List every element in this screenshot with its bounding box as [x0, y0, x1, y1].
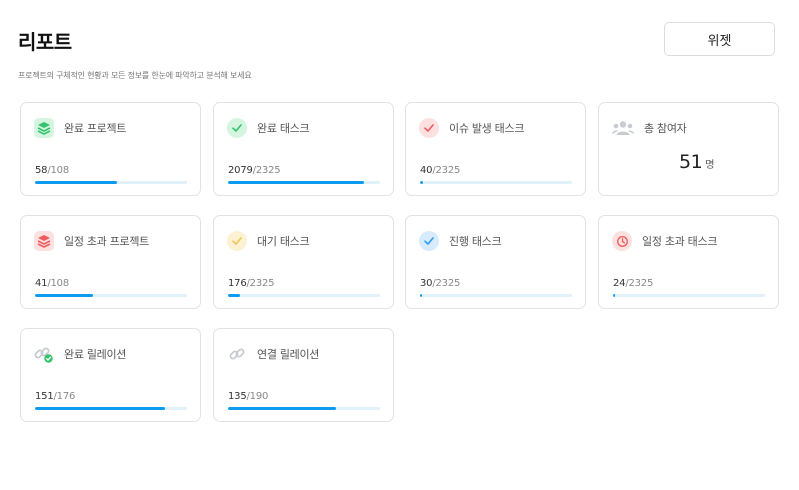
- count-done: 176: [228, 278, 247, 289]
- progress-fill: [35, 407, 166, 410]
- progress-bar: [613, 294, 765, 297]
- count-done: 30: [420, 278, 433, 289]
- card-count: 24/2325: [613, 278, 653, 289]
- progress-fill: [420, 181, 423, 184]
- check-icon: [227, 231, 247, 251]
- card-count: 41/108: [35, 278, 69, 289]
- count-total: /176: [53, 391, 76, 402]
- report-card[interactable]: 일정 초과 프로젝트 41/108: [20, 215, 201, 309]
- card-header: 일정 초과 태스크: [612, 231, 717, 251]
- link-icon: [227, 344, 247, 364]
- check-icon: [227, 118, 247, 138]
- count-total: /108: [47, 165, 69, 176]
- card-count: 135/190: [228, 391, 268, 402]
- count-total: /2325: [625, 278, 654, 289]
- stack-icon: [34, 231, 54, 251]
- card-label: 총 참여자: [644, 122, 687, 135]
- card-header: 진행 태스크: [419, 231, 502, 251]
- report-card[interactable]: 완료 릴레이션 151/176: [20, 328, 201, 422]
- count-total: /2325: [246, 278, 275, 289]
- report-card[interactable]: 완료 프로젝트 58/108: [20, 102, 201, 196]
- report-card[interactable]: 연결 릴레이션 135/190: [213, 328, 394, 422]
- progress-fill: [613, 294, 615, 297]
- progress-bar: [35, 407, 187, 410]
- card-label: 대기 태스크: [257, 235, 310, 248]
- card-label: 연결 릴레이션: [257, 348, 320, 361]
- count-done: 24: [613, 278, 626, 289]
- progress-fill: [228, 407, 336, 410]
- report-card[interactable]: 일정 초과 태스크 24/2325: [598, 215, 779, 309]
- card-header: 대기 태스크: [227, 231, 310, 251]
- page-header: 리포트 프로젝트의 구체적인 현황과 모든 정보를 한눈에 파악하고 분석해 보…: [18, 26, 252, 81]
- progress-fill: [420, 294, 422, 297]
- card-count: 40/2325: [420, 165, 460, 176]
- card-label: 일정 초과 태스크: [642, 235, 718, 248]
- report-card[interactable]: 진행 태스크 30/2325: [405, 215, 586, 309]
- report-card[interactable]: 대기 태스크 176/2325: [213, 215, 394, 309]
- progress-fill: [35, 294, 93, 297]
- card-label: 일정 초과 프로젝트: [64, 235, 149, 248]
- count-total: /108: [47, 278, 69, 289]
- card-label: 완료 릴레이션: [64, 348, 127, 361]
- progress-bar: [228, 181, 380, 184]
- count-total: /2325: [432, 165, 461, 176]
- check-icon: [419, 231, 439, 251]
- stack-icon: [34, 118, 54, 138]
- card-label: 완료 태스크: [257, 122, 310, 135]
- count-value: 51: [679, 151, 703, 173]
- card-header: 완료 태스크: [227, 118, 310, 138]
- count-unit: 명: [705, 160, 715, 171]
- progress-bar: [420, 181, 572, 184]
- count-done: 58: [35, 165, 48, 176]
- page-title: 리포트: [18, 30, 72, 54]
- card-count: 176/2325: [228, 278, 275, 289]
- card-count: 30/2325: [420, 278, 460, 289]
- participant-count: 51 명: [679, 151, 714, 173]
- report-card[interactable]: 완료 태스크 2079/2325: [213, 102, 394, 196]
- progress-bar: [35, 181, 187, 184]
- progress-fill: [228, 181, 364, 184]
- card-count: 58/108: [35, 165, 69, 176]
- count-done: 151: [35, 391, 54, 402]
- count-total: /2325: [432, 278, 461, 289]
- clock-icon: [612, 231, 632, 251]
- page-subtitle: 프로젝트의 구체적인 현황과 모든 정보를 한눈에 파악하고 분석해 보세요: [18, 71, 252, 80]
- progress-bar: [35, 294, 187, 297]
- progress-fill: [35, 181, 117, 184]
- progress-bar: [420, 294, 572, 297]
- card-header: 완료 프로젝트: [34, 118, 126, 138]
- report-card[interactable]: 총 참여자 51 명: [598, 102, 779, 196]
- count-total: /190: [246, 391, 269, 402]
- card-label: 진행 태스크: [449, 235, 502, 248]
- card-header: 총 참여자: [612, 118, 687, 138]
- count-done: 2079: [228, 165, 253, 176]
- card-header: 일정 초과 프로젝트: [34, 231, 149, 251]
- widget-button[interactable]: 위젯: [664, 22, 775, 56]
- count-total: /2325: [252, 165, 281, 176]
- count-done: 40: [420, 165, 433, 176]
- count-done: 135: [228, 391, 247, 402]
- card-header: 완료 릴레이션: [34, 344, 126, 364]
- people-icon: [612, 118, 634, 138]
- card-header: 연결 릴레이션: [227, 344, 319, 364]
- check-icon: [419, 118, 439, 138]
- card-count: 151/176: [35, 391, 75, 402]
- card-label: 완료 프로젝트: [64, 122, 127, 135]
- report-card[interactable]: 이슈 발생 태스크 40/2325: [405, 102, 586, 196]
- card-label: 이슈 발생 태스크: [449, 122, 525, 135]
- card-count: 2079/2325: [228, 165, 281, 176]
- progress-bar: [228, 294, 380, 297]
- progress-fill: [228, 294, 240, 297]
- count-done: 41: [35, 278, 48, 289]
- card-header: 이슈 발생 태스크: [419, 118, 524, 138]
- progress-bar: [228, 407, 380, 410]
- link-check-icon: [34, 344, 54, 364]
